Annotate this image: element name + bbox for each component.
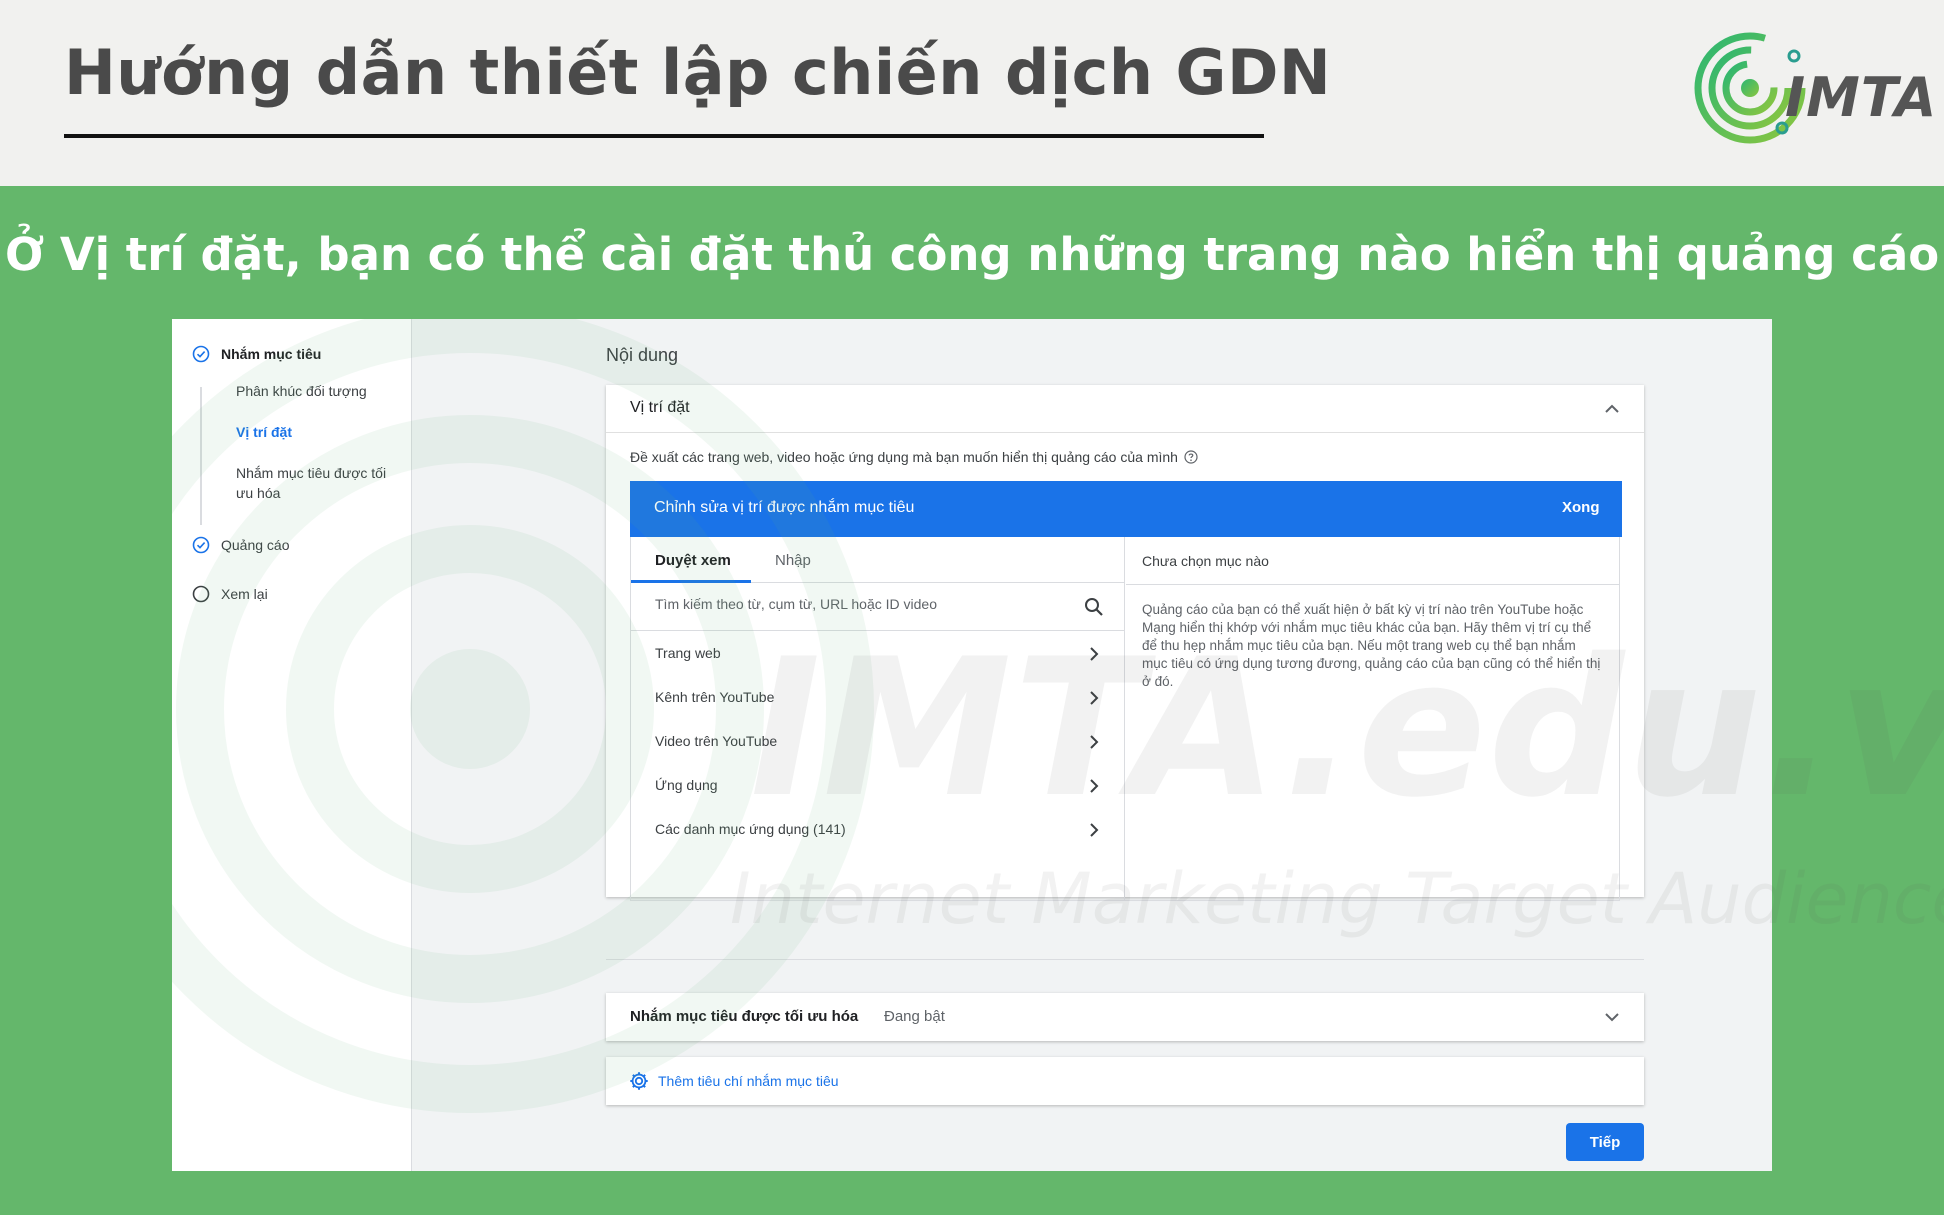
search-icon[interactable]	[1084, 597, 1104, 617]
done-button[interactable]: Xong	[1562, 499, 1622, 516]
chevron-down-icon[interactable]	[1602, 1007, 1622, 1027]
chevron-up-icon[interactable]	[1602, 399, 1622, 419]
logo-wordmark: IMTA	[1785, 66, 1938, 129]
selected-pane-header: Chưa chọn mục nào	[1126, 537, 1620, 585]
optimized-targeting-status: Đang bật	[884, 1008, 945, 1025]
next-button[interactable]: Tiếp	[1566, 1123, 1644, 1161]
slide-header: Hướng dẫn thiết lập chiến dịch GDN IMTA	[0, 0, 1944, 186]
title-underline	[64, 134, 1264, 138]
no-selection-label: Chưa chọn mục nào	[1142, 553, 1269, 569]
page-title: Hướng dẫn thiết lập chiến dịch GDN	[64, 36, 1332, 109]
help-icon[interactable]	[1184, 450, 1198, 464]
watermark-subtext: Internet Marketing Target Audience	[730, 858, 1944, 940]
watermark-text: IMTA.edu.vn	[750, 618, 1944, 839]
slide-subtitle: Ở Vị trí đặt, bạn có thể cài đặt thủ côn…	[4, 228, 1940, 281]
